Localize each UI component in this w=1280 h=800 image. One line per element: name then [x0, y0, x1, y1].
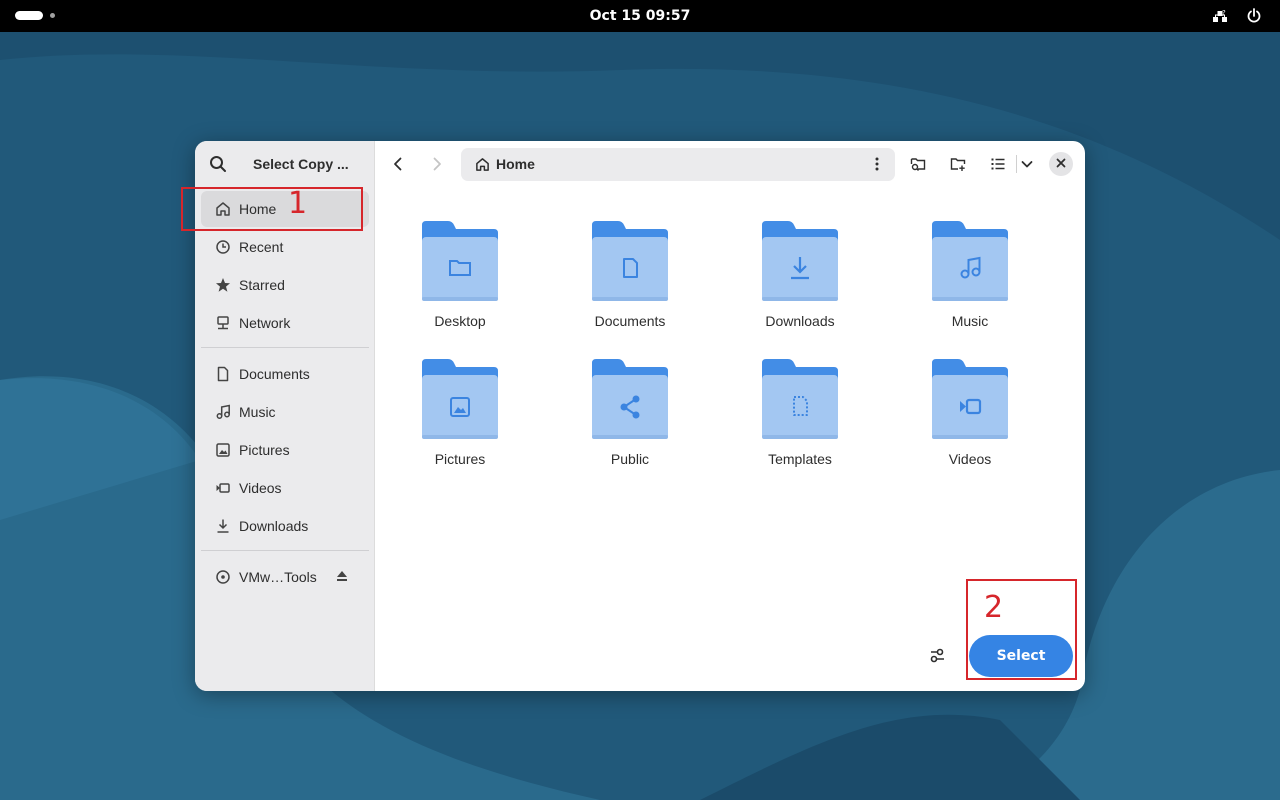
annotation-box-2 [966, 579, 1077, 680]
search-icon[interactable] [209, 155, 227, 173]
file-item-templates[interactable]: Templates [730, 354, 870, 484]
file-name: Pictures [434, 451, 486, 467]
sidebar-item-label: Network [239, 315, 291, 331]
sidebar-item-vmware-tools[interactable]: VMw…Tools [201, 559, 369, 595]
back-button[interactable] [386, 152, 410, 176]
list-view-button[interactable] [986, 152, 1010, 176]
location-label: Home [496, 156, 535, 172]
sidebar-item-recent[interactable]: Recent [201, 229, 369, 265]
dialog-title: Select Copy ... [253, 156, 349, 172]
power-icon [1246, 8, 1262, 24]
new-folder-button[interactable] [946, 152, 970, 176]
file-name: Music [951, 313, 989, 329]
search-folder-button[interactable] [906, 152, 930, 176]
workspace-indicator-active [15, 11, 43, 20]
filter-options-button[interactable] [929, 647, 947, 665]
clock[interactable]: Oct 15 09:57 [540, 0, 740, 32]
folder-videos-icon [932, 359, 1008, 439]
filter-icon [929, 648, 947, 669]
file-item-documents[interactable]: Documents [560, 216, 700, 346]
folder-downloads-icon [762, 221, 838, 301]
list-icon [990, 156, 1006, 172]
annotation-box-1 [181, 187, 363, 231]
close-button[interactable] [1049, 152, 1073, 176]
location-bar[interactable]: Home [461, 148, 895, 181]
close-icon [1056, 155, 1066, 173]
file-name: Desktop [434, 313, 486, 329]
music-icon [215, 404, 231, 420]
chevron-left-icon [390, 156, 406, 172]
file-name: Public [610, 451, 650, 467]
file-name: Downloads [765, 313, 835, 329]
sidebar-item-pictures[interactable]: Pictures [201, 432, 369, 468]
sidebar-item-label: Starred [239, 277, 285, 293]
file-item-videos[interactable]: Videos [900, 354, 1040, 484]
sidebar-divider [201, 347, 369, 348]
disc-icon [215, 569, 231, 585]
sidebar-item-label: Pictures [239, 442, 290, 458]
top-bar: Oct 15 09:57 ? [0, 0, 1280, 32]
home-icon [475, 157, 490, 172]
file-item-music[interactable]: Music [900, 216, 1040, 346]
sidebar-places: Home Recent Starred Network Documents Mu… [201, 191, 369, 597]
network-unknown-icon: ? [1212, 8, 1228, 24]
folder-music-icon [932, 221, 1008, 301]
view-options-button[interactable] [1015, 152, 1039, 176]
activities-button[interactable] [15, 11, 55, 21]
file-item-pictures[interactable]: Pictures [390, 354, 530, 484]
eject-icon[interactable] [335, 569, 349, 583]
document-icon [215, 366, 231, 382]
folder-templates-icon [762, 359, 838, 439]
sidebar-header: Select Copy ... [195, 141, 375, 187]
svg-text:?: ? [1222, 9, 1226, 17]
sidebar-item-videos[interactable]: Videos [201, 470, 369, 506]
sidebar-item-label: Recent [239, 239, 284, 255]
sidebar-item-label: Documents [239, 366, 310, 382]
annotation-number-2: 2 [984, 590, 1004, 625]
file-name: Videos [948, 451, 992, 467]
clock-icon [215, 239, 231, 255]
folder-new-icon [950, 156, 966, 172]
folder-public-icon [592, 359, 668, 439]
more-vertical-icon[interactable] [869, 156, 885, 172]
folder-search-icon [910, 156, 926, 172]
sidebar-item-label: Music [239, 404, 276, 420]
star-icon [215, 277, 231, 293]
sidebar-item-network[interactable]: Network [201, 305, 369, 341]
chevron-down-icon [1019, 156, 1035, 172]
chevron-right-icon [429, 156, 445, 172]
folder-pictures-icon [422, 359, 498, 439]
sidebar-item-label: Downloads [239, 518, 309, 534]
video-icon [215, 480, 231, 496]
header-bar: Home [375, 141, 1085, 187]
sidebar-item-documents[interactable]: Documents [201, 356, 369, 392]
sidebar-item-music[interactable]: Music [201, 394, 369, 430]
picture-icon [215, 442, 231, 458]
sidebar-item-label: VMw…Tools [239, 569, 317, 585]
file-name: Documents [594, 313, 666, 329]
file-name: Templates [768, 451, 832, 467]
system-tray[interactable]: ? [1212, 8, 1262, 24]
network-icon [215, 315, 231, 331]
folder-documents-icon [592, 221, 668, 301]
sidebar-item-starred[interactable]: Starred [201, 267, 369, 303]
sidebar-divider [201, 550, 369, 551]
annotation-number-1: 1 [288, 186, 308, 221]
workspace-indicator [50, 13, 55, 18]
file-item-downloads[interactable]: Downloads [730, 216, 870, 346]
file-item-desktop[interactable]: Desktop [390, 216, 530, 346]
file-item-public[interactable]: Public [560, 354, 700, 484]
sidebar-item-label: Videos [239, 480, 282, 496]
folder-desktop-icon [422, 221, 498, 301]
sidebar-item-downloads[interactable]: Downloads [201, 508, 369, 544]
forward-button[interactable] [425, 152, 449, 176]
download-icon [215, 518, 231, 534]
